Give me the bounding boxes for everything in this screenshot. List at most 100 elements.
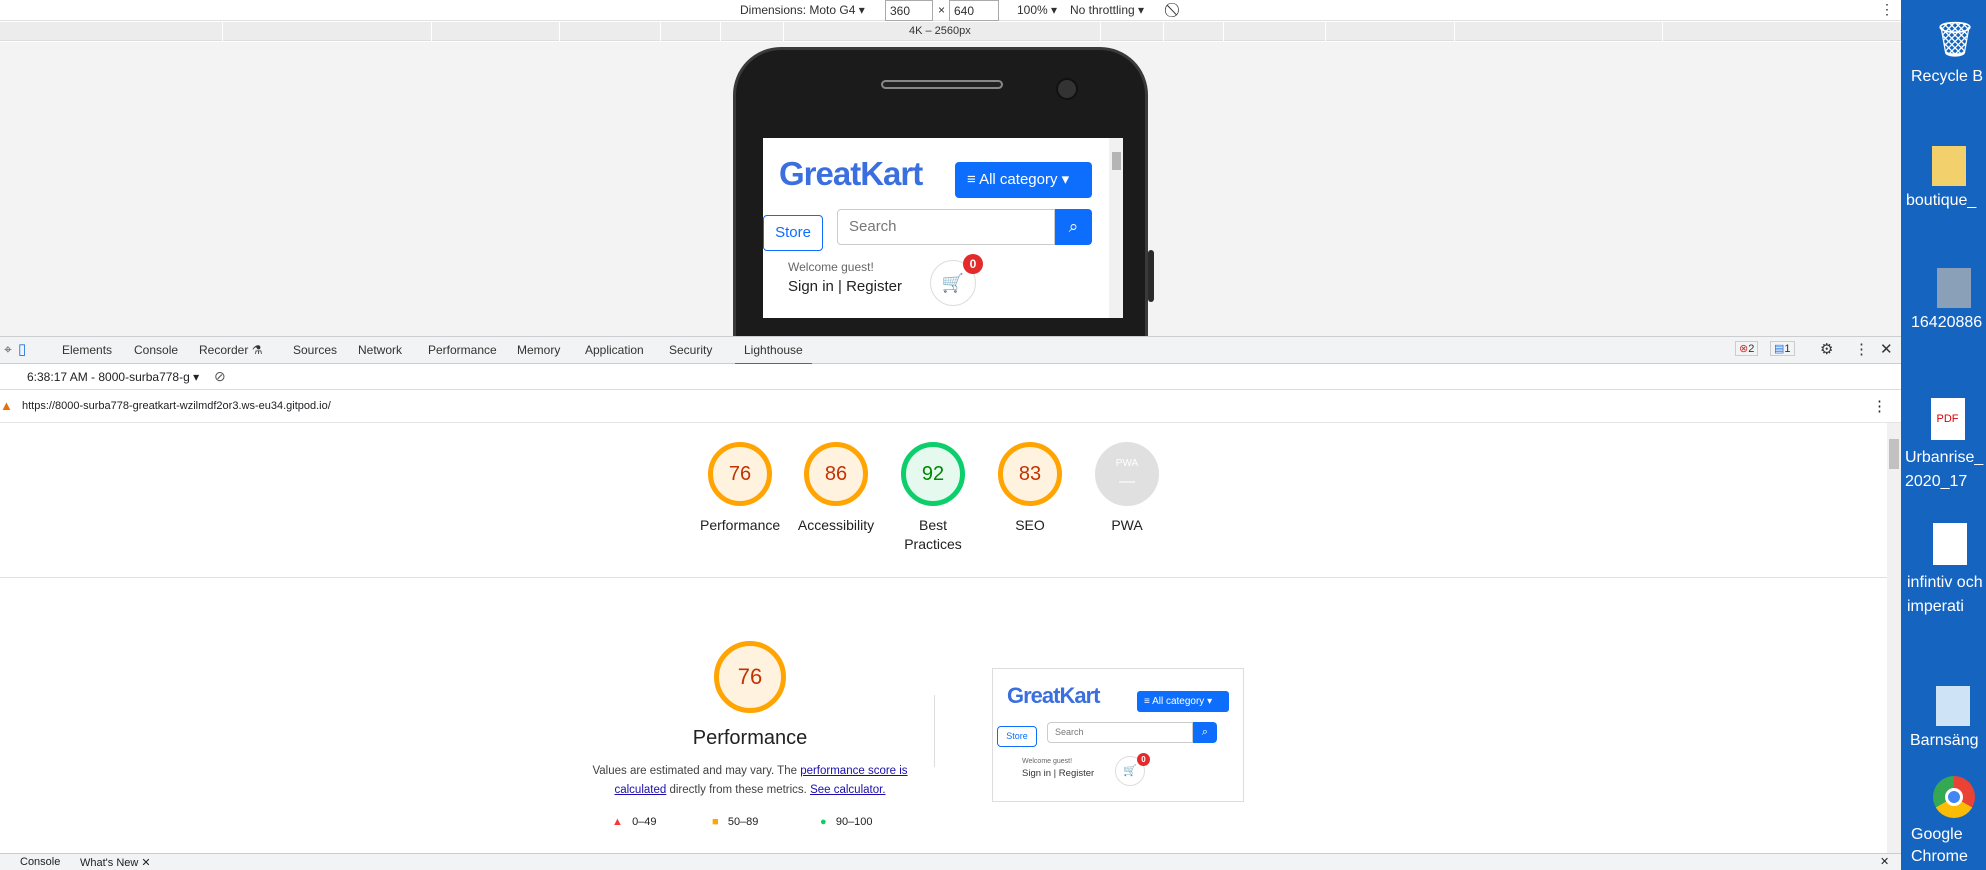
gauge-best-practices[interactable]: 92 Best Practices (893, 442, 973, 554)
gauge-label: Best Practices (904, 517, 962, 552)
all-category-button[interactable]: ≡ All category ▾ (955, 162, 1092, 198)
ruler-segment[interactable] (1325, 22, 1326, 41)
ruler-segment[interactable] (1662, 22, 1663, 41)
legend-pass-label: 90–100 (835, 816, 873, 828)
fail-triangle-icon: ▲ (612, 816, 623, 828)
thumb-store-button: Store (997, 726, 1037, 747)
tab-elements[interactable]: Elements (62, 343, 112, 357)
report-scrollbar[interactable] (1887, 423, 1901, 853)
search-icon: ⌕ (1068, 217, 1079, 236)
desktop-icon-barnsang[interactable]: Barnsäng (1910, 686, 1986, 750)
thumb-category-button: ≡ All category ▾ (1137, 691, 1229, 712)
tab-performance[interactable]: Performance (428, 343, 497, 357)
report-url-bar: ▲ https://8000-surba778-greatkart-wzilmd… (0, 390, 1901, 423)
report-url[interactable]: https://8000-surba778-greatkart-wzilmdf2… (22, 400, 331, 412)
legend-fail: ▲ 0–49 (612, 816, 657, 828)
close-drawer-icon[interactable]: ✕ (1880, 855, 1889, 868)
ruler-segment[interactable] (720, 22, 721, 41)
tab-console[interactable]: Console (134, 343, 178, 357)
throttling-label: No throttling (1070, 3, 1135, 17)
settings-icon[interactable]: ⚙ (1820, 340, 1833, 358)
report-menu-icon[interactable]: ⋮ (1872, 397, 1887, 415)
tab-security[interactable]: Security (669, 343, 712, 357)
tab-application[interactable]: Application (585, 343, 644, 357)
gauge-pwa[interactable]: PWA — PWA (1087, 442, 1167, 535)
all-category-label: All category (979, 171, 1058, 188)
zoom-dropdown[interactable]: 100% ▾ (1017, 3, 1057, 17)
thumb-category-label: All category (1152, 696, 1205, 707)
zip-folder-icon (1931, 146, 1966, 186)
ruler-segment[interactable] (559, 22, 560, 41)
ruler-segment[interactable] (660, 22, 661, 41)
ruler-segment[interactable] (783, 22, 784, 41)
more-options-icon[interactable]: ⋮ (1880, 1, 1894, 18)
media-query-ruler: 4K – 2560px (0, 22, 1901, 41)
ruler-segment[interactable] (1223, 22, 1224, 41)
error-count[interactable]: ⊗2 (1735, 341, 1759, 356)
tab-recorder[interactable]: Recorder ⚗ (199, 343, 262, 357)
search-button[interactable]: ⌕ (1055, 209, 1092, 245)
gauge-performance[interactable]: 76 Performance (700, 442, 780, 535)
final-screenshot[interactable]: GreatKart ≡ All category ▾ Store Search … (992, 668, 1244, 802)
screen-scroll-thumb[interactable] (1112, 152, 1121, 170)
height-input[interactable]: 640 (949, 0, 999, 21)
legend-fail-label: 0–49 (632, 816, 657, 828)
width-input[interactable]: 360 (885, 0, 933, 21)
report-scroll-thumb[interactable] (1889, 439, 1899, 469)
cart-count-badge: 0 (963, 254, 983, 274)
legend-average-label: 50–89 (727, 816, 759, 828)
drawer-tab-whats-new[interactable]: What's New ✕ (80, 856, 151, 869)
pwa-dash: — (1119, 473, 1135, 490)
thumb-signin: Sign in | Register (1022, 768, 1095, 779)
perf-title: Performance (692, 727, 808, 749)
tab-memory[interactable]: Memory (517, 343, 560, 357)
message-count[interactable]: ▤1 (1770, 341, 1795, 356)
tab-network[interactable]: Network (358, 343, 402, 357)
desktop-icon-photo[interactable]: 16420886 (1911, 268, 1986, 332)
device-toolbar: Dimensions: Moto G4 ▾ 360 × 640 100% ▾ N… (0, 0, 1901, 21)
drawer-tab-console[interactable]: Console (20, 856, 60, 868)
ruler-segment[interactable] (1454, 22, 1455, 41)
ruler-segment[interactable] (1163, 22, 1164, 41)
thumb-search: Search (1047, 722, 1193, 743)
ruler-segment[interactable] (222, 22, 223, 41)
lighthouse-toolbar: 6:38:17 AM - 8000-surba778-g ▾ ⊘ (0, 364, 1901, 390)
clear-icon[interactable]: ⊘ (214, 368, 226, 385)
dimensions-label: Dimensions: Moto G4 (740, 3, 856, 17)
gauge-accessibility[interactable]: 86 Accessibility (786, 442, 886, 535)
search-input[interactable]: Search (837, 209, 1055, 245)
desktop-icon-chrome[interactable]: Google Chrome (1911, 776, 1986, 868)
pwa-badge: PWA — (1095, 442, 1159, 506)
desktop-icon-doc[interactable]: infintiv och imperati (1907, 523, 1986, 619)
store-button[interactable]: Store (763, 215, 823, 251)
tab-sources[interactable]: Sources (293, 343, 337, 357)
site-logo[interactable]: GreatKart (779, 155, 923, 193)
screen-scrollbar[interactable] (1109, 138, 1123, 318)
report-selector[interactable]: 6:38:17 AM - 8000-surba778-g ▾ (27, 370, 199, 384)
more-menu-icon[interactable]: ⋮ (1854, 340, 1869, 358)
desktop-icon-recycle-bin[interactable]: 🗑 Recycle B (1911, 18, 1986, 86)
close-tab-icon[interactable]: ✕ (141, 857, 150, 869)
gauge-ring: 76 (708, 442, 772, 506)
gauge-ring: 86 (804, 442, 868, 506)
perf-description: Values are estimated and may vary. The p… (580, 762, 920, 800)
ruler-segment[interactable] (431, 22, 432, 41)
chrome-icon (1932, 776, 1975, 818)
device-toggle-icon[interactable]: ▯ (18, 340, 26, 358)
inspect-icon[interactable]: ⌖ (4, 341, 12, 358)
dimensions-dropdown[interactable]: Dimensions: Moto G4 ▾ (740, 3, 865, 17)
see-calculator-link[interactable]: See calculator. (810, 784, 885, 796)
desktop-icon-boutique[interactable]: boutique_ (1906, 146, 1986, 210)
ruler-segment[interactable] (1100, 22, 1101, 41)
tab-lighthouse[interactable]: Lighthouse (735, 343, 812, 365)
close-icon[interactable]: ✕ (1880, 340, 1893, 358)
throttling-dropdown[interactable]: No throttling ▾ (1070, 3, 1144, 17)
gauge-seo[interactable]: 83 SEO (990, 442, 1070, 535)
phone-side-button (1148, 250, 1154, 302)
signin-register-link[interactable]: Sign in | Register (788, 278, 902, 295)
flask-icon: ⚗ (251, 343, 263, 357)
message-count-label: 1 (1784, 343, 1791, 355)
desktop-icon-pdf[interactable]: PDF Urbanrise_ 2020_17 (1905, 398, 1986, 494)
report-selector-label: 6:38:17 AM - 8000-surba778-g (27, 370, 190, 384)
phone-screen[interactable]: GreatKart ≡ All category ▾ Store Search … (763, 138, 1123, 318)
